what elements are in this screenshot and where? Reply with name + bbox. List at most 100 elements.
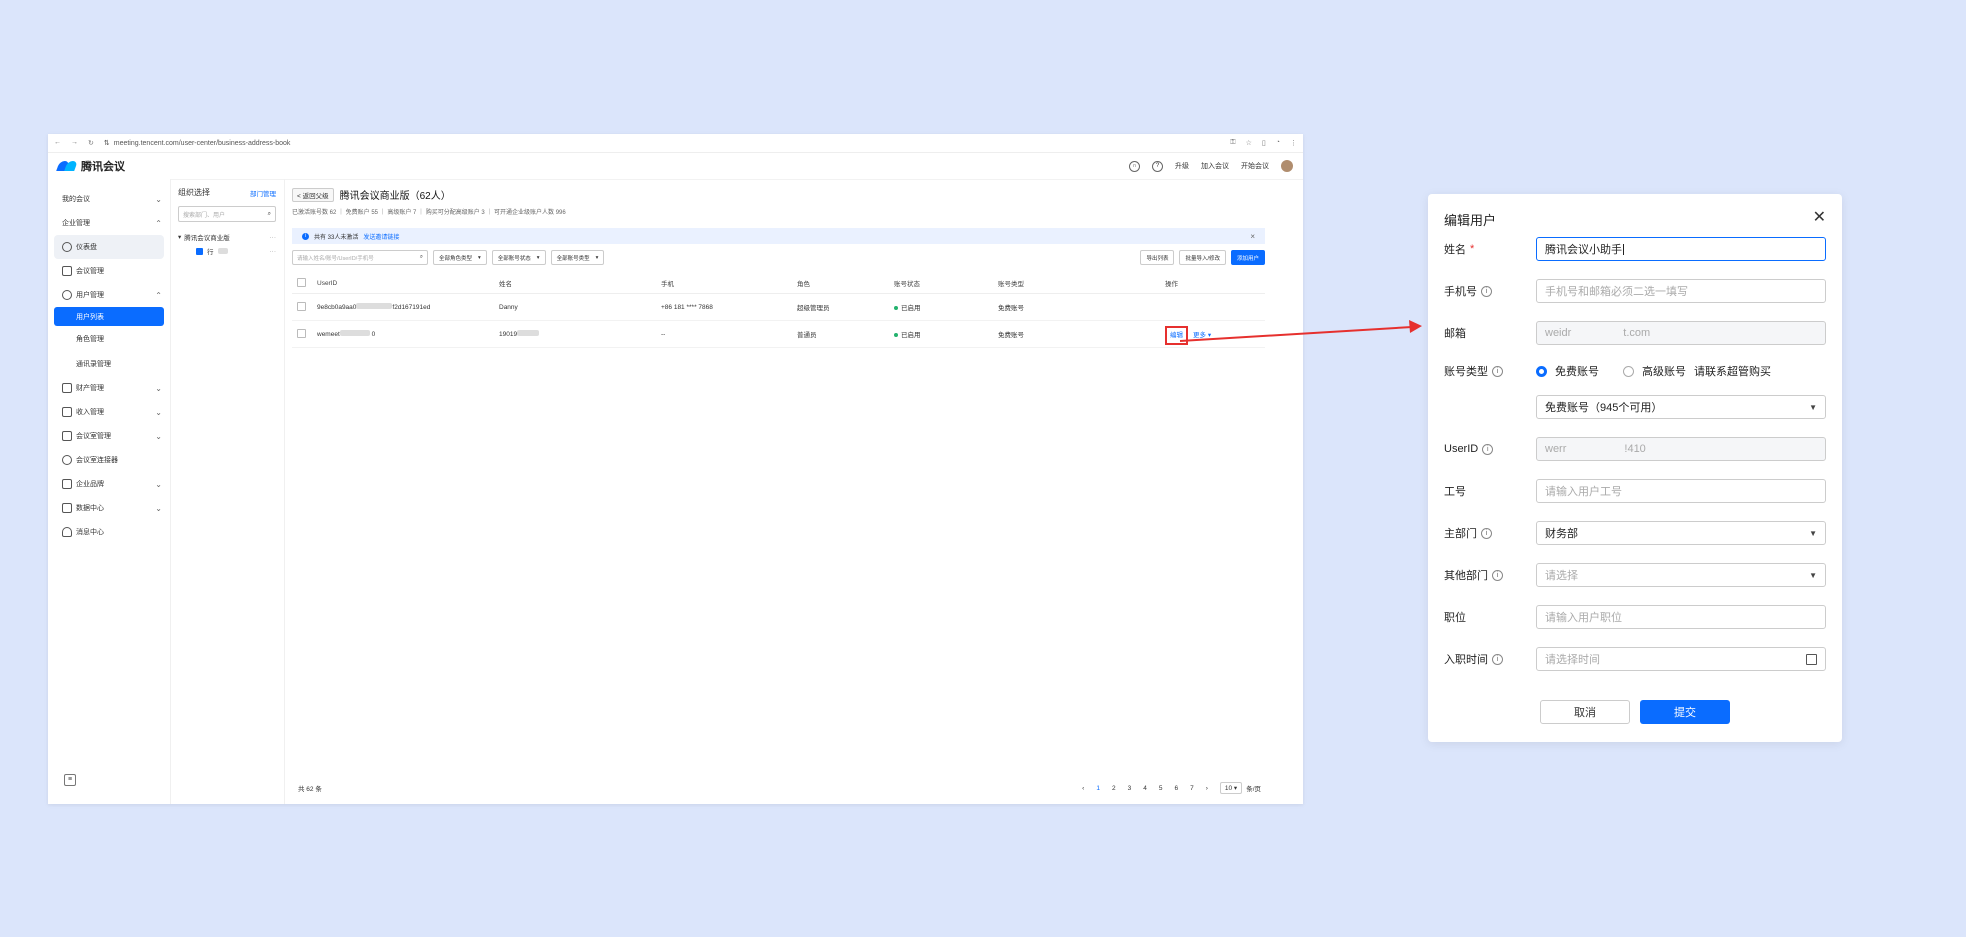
page-2[interactable]: 2	[1112, 785, 1116, 792]
join-meeting-link[interactable]: 加入会议	[1201, 161, 1229, 171]
page-7[interactable]: 7	[1190, 785, 1194, 792]
sidebar-item-asset-mgmt[interactable]: 财产管理 ⌄	[48, 376, 170, 400]
select-all-checkbox[interactable]	[297, 277, 306, 287]
back-button[interactable]: < 返回父级	[292, 187, 334, 202]
profile-icon[interactable]: ◔	[1276, 139, 1280, 147]
userid-input[interactable]: werr !410	[1536, 437, 1826, 461]
sidebar-item-brand[interactable]: 企业品牌 ⌄	[48, 472, 170, 496]
close-icon[interactable]: ×	[1250, 232, 1255, 241]
page-5[interactable]: 5	[1159, 785, 1163, 792]
sidebar-item-messages[interactable]: 消息中心	[48, 520, 170, 544]
page-1[interactable]: 1	[1096, 785, 1100, 792]
next-page-icon[interactable]: ›	[1206, 785, 1208, 792]
account-quota-select[interactable]: 免费账号（945个可用） ▼	[1536, 395, 1826, 419]
dept-select[interactable]: 财务部 ▼	[1536, 521, 1826, 545]
page-6[interactable]: 6	[1174, 785, 1178, 792]
status-cell: 已启用	[893, 293, 997, 321]
type-filter-select[interactable]: 全部账号类型 ▾	[550, 250, 605, 265]
row-checkbox[interactable]	[297, 301, 306, 311]
sidebar-item-role-mgmt[interactable]: 角色管理	[48, 326, 170, 351]
premium-account-radio[interactable]	[1623, 365, 1634, 377]
search-icon[interactable]: ⌕	[420, 254, 423, 261]
free-account-radio[interactable]	[1536, 365, 1547, 377]
sidebar-item-meeting-mgmt[interactable]: 会议管理	[48, 259, 170, 283]
org-search-input[interactable]: 搜索部门、用户 ⌕	[178, 206, 276, 222]
email-input[interactable]: weidr t.com	[1536, 321, 1826, 345]
key-icon[interactable]: ⚿	[1230, 139, 1235, 147]
sidebar-item-dashboard[interactable]: 仪表盘	[54, 235, 164, 259]
info-icon[interactable]: i	[1482, 443, 1494, 455]
info-icon[interactable]: i	[1492, 569, 1503, 581]
sidebar-item-room-connector[interactable]: 会议室连接器	[48, 448, 170, 472]
caret-down-icon: ▾	[1233, 785, 1238, 792]
phone-label: 手机号	[1444, 286, 1477, 298]
submit-button[interactable]: 提交	[1640, 700, 1730, 724]
batch-import-button[interactable]: 批量导入/修改	[1179, 250, 1226, 265]
page-size-select[interactable]: 10 ▾	[1219, 782, 1243, 794]
status-filter-select[interactable]: 全部账号状态 ▾	[491, 250, 546, 265]
more-icon[interactable]: ···	[270, 248, 277, 255]
other-dept-select[interactable]: 请选择 ▼	[1536, 563, 1826, 587]
info-icon[interactable]: i	[1492, 365, 1503, 377]
dept-manage-link[interactable]: 部门管理	[250, 188, 276, 198]
userid-cell: wemeet 0	[316, 320, 498, 348]
close-icon[interactable]: ✕	[1813, 207, 1826, 227]
join-date-picker[interactable]: 请选择时间	[1536, 647, 1826, 671]
sidebar-item-my-meetings[interactable]: 我的会议 ⌄	[48, 187, 170, 211]
info-icon[interactable]: i	[1492, 653, 1503, 665]
position-input[interactable]: 请输入用户职位	[1536, 605, 1826, 629]
table-row[interactable]: 9e8cb0a9aa0 f2d167191ed Danny +86 181 ***…	[292, 293, 1265, 321]
role-filter-select[interactable]: 全部角色类型 ▾	[433, 250, 487, 265]
info-icon[interactable]: i	[1481, 527, 1492, 539]
prev-page-icon[interactable]: ‹	[1082, 785, 1084, 792]
cancel-button[interactable]: 取消	[1540, 700, 1630, 724]
caret-down-icon: ▼	[1809, 528, 1817, 538]
logo[interactable]: 腾讯会议	[58, 158, 125, 174]
edit-button[interactable]: 编辑	[1165, 326, 1188, 345]
page-4[interactable]: 4	[1143, 785, 1147, 792]
menu-icon[interactable]: ⋮	[1290, 139, 1297, 147]
table-row[interactable]: wemeet 0 19019 -- 普通员 已启用 免费账号 编辑 更多 ▾	[292, 320, 1265, 348]
send-invite-link[interactable]: 发送邀请链接	[363, 232, 399, 241]
collapse-menu-icon[interactable]: ≡	[64, 774, 76, 786]
row-checkbox[interactable]	[297, 328, 306, 338]
star-icon[interactable]: ☆	[1246, 139, 1252, 147]
export-button[interactable]: 导出列表	[1140, 250, 1175, 265]
more-button[interactable]: 更多 ▾	[1193, 332, 1211, 339]
status-text: 已启用	[901, 305, 921, 312]
upgrade-link[interactable]: 升级	[1175, 161, 1189, 171]
brand-icon	[62, 479, 72, 489]
more-icon[interactable]: ···	[270, 234, 277, 241]
back-icon[interactable]: ←	[54, 139, 61, 147]
phone-input[interactable]: 手机号和邮箱必须二选一填写	[1536, 279, 1826, 303]
free-account-label: 免费账号	[1555, 366, 1599, 378]
status-cell: 已启用	[893, 320, 997, 348]
total-count: 共 62 条	[298, 786, 322, 793]
start-meeting-link[interactable]: 开始会议	[1241, 161, 1269, 171]
sidebar-item-contacts-mgmt[interactable]: 通讯录管理	[48, 351, 170, 376]
user-search-input[interactable]: 请输入姓名/账号/UserID/手机号 ⌕	[292, 250, 428, 265]
search-icon[interactable]: ⌕	[268, 211, 271, 218]
org-root-node[interactable]: ▾ 腾讯会议商业版 ···	[178, 232, 277, 243]
add-user-button[interactable]: 添加用户	[1230, 250, 1265, 265]
org-child-node[interactable]: 行 ···	[178, 246, 276, 256]
sidebar-item-income-mgmt[interactable]: 收入管理 ⌄	[48, 400, 170, 424]
sidebar-item-user-list[interactable]: 用户列表	[54, 307, 164, 326]
address-bar[interactable]: ⇅ meeting.tencent.com/user-center/busine…	[104, 139, 1230, 148]
sidepanel-icon[interactable]: ▯	[1262, 139, 1266, 147]
help-icon[interactable]: ?	[1152, 160, 1163, 172]
page-3[interactable]: 3	[1128, 785, 1132, 792]
forward-icon[interactable]: →	[71, 139, 78, 147]
name-input[interactable]: 腾讯会议小助手	[1536, 237, 1826, 261]
support-icon[interactable]: ∩	[1129, 160, 1140, 172]
sidebar-item-enterprise[interactable]: 企业管理 ⌃	[48, 211, 170, 235]
site-info-icon[interactable]: ⇅	[104, 139, 110, 147]
sidebar-item-data-center[interactable]: 数据中心 ⌄	[48, 496, 170, 520]
avatar[interactable]	[1281, 160, 1293, 172]
sidebar-item-user-mgmt[interactable]: 用户管理 ⌃	[48, 283, 170, 307]
empno-input[interactable]: 请输入用户工号	[1536, 479, 1826, 503]
reload-icon[interactable]: ↻	[88, 139, 94, 147]
sidebar-item-room-mgmt[interactable]: 会议室管理 ⌄	[48, 424, 170, 448]
sidebar-item-label: 我的会议	[62, 196, 90, 203]
info-icon[interactable]: i	[1481, 285, 1492, 297]
